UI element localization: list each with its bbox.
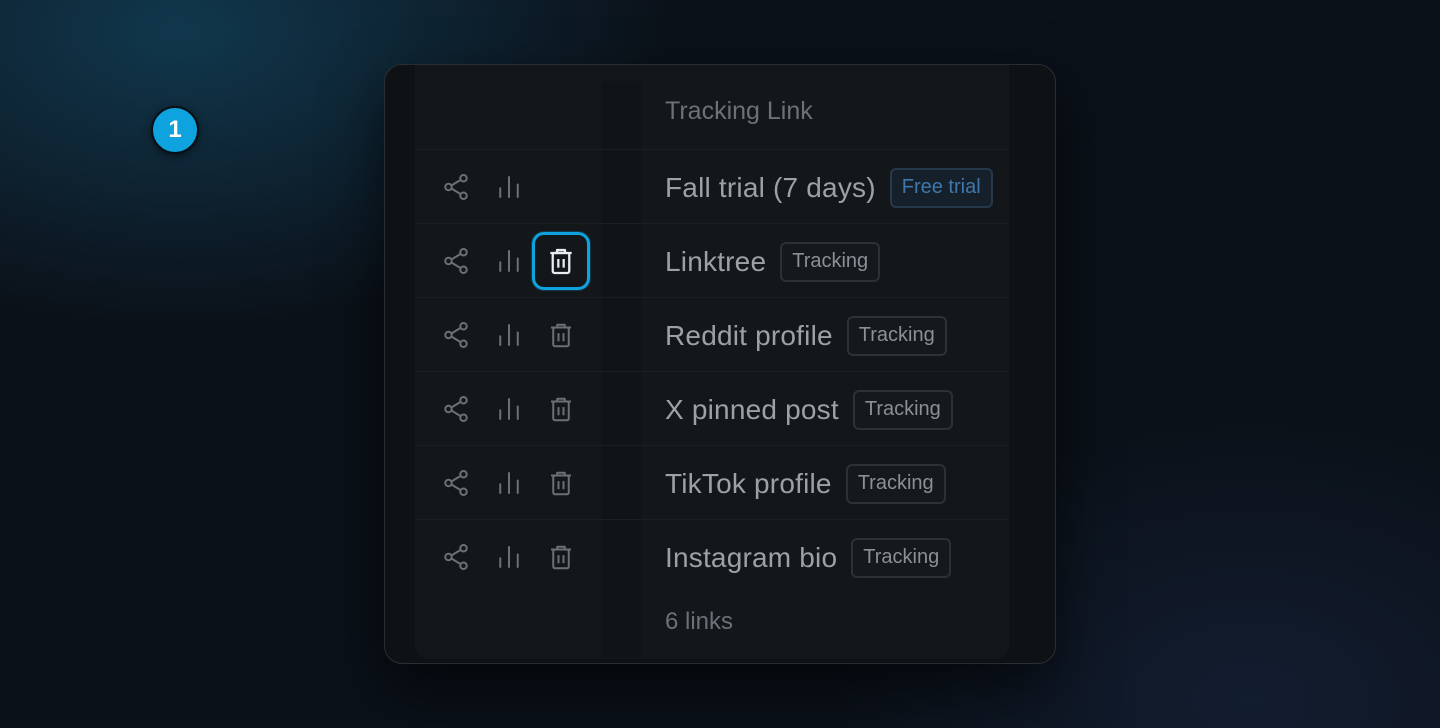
table-row: Linktree Tracking — [415, 223, 1009, 297]
table-row: Reddit profile Tracking — [415, 297, 1009, 371]
share-icon[interactable] — [438, 169, 474, 205]
table-row: X pinned post Tracking — [415, 371, 1009, 445]
tracking-links-panel: Tracking Link Fall trial (7 days) Free t… — [384, 64, 1056, 664]
share-icon[interactable] — [438, 317, 474, 353]
bar-chart-icon[interactable] — [491, 317, 527, 353]
status-badge: Tracking — [845, 464, 946, 504]
link-name[interactable]: TikTok profile — [665, 468, 832, 500]
status-badge: Tracking — [780, 242, 881, 282]
link-count: 6 links — [665, 608, 734, 635]
share-icon[interactable] — [438, 465, 474, 501]
bar-chart-icon[interactable] — [491, 465, 527, 501]
trash-icon[interactable] — [543, 539, 579, 575]
status-badge: Tracking — [846, 316, 947, 356]
status-badge: Free trial — [889, 168, 993, 208]
trash-icon[interactable] — [543, 391, 579, 427]
bar-chart-icon[interactable] — [491, 169, 527, 205]
trash-icon[interactable] — [543, 465, 579, 501]
table-row: TikTok profile Tracking — [415, 445, 1009, 519]
bar-chart-icon[interactable] — [491, 539, 527, 575]
link-name[interactable]: Fall trial (7 days) — [665, 172, 876, 204]
table-row: Instagram bio Tracking — [415, 519, 1009, 593]
share-icon[interactable] — [438, 243, 474, 279]
bar-chart-icon[interactable] — [491, 243, 527, 279]
table-row: Fall trial (7 days) Free trial — [415, 149, 1009, 223]
delete-button-highlighted[interactable] — [532, 232, 590, 290]
link-name[interactable]: Instagram bio — [665, 542, 837, 574]
share-icon[interactable] — [438, 391, 474, 427]
status-badge: Tracking — [852, 390, 953, 430]
step-marker: 1 — [151, 106, 199, 154]
trash-icon — [550, 248, 572, 275]
bar-chart-icon[interactable] — [491, 391, 527, 427]
link-name[interactable]: Linktree — [665, 246, 766, 278]
share-icon[interactable] — [438, 539, 474, 575]
link-name[interactable]: Reddit profile — [665, 320, 833, 352]
column-header-tracking-link: Tracking Link — [665, 97, 813, 125]
status-badge: Tracking — [851, 538, 952, 578]
trash-icon[interactable] — [543, 317, 579, 353]
link-name[interactable]: X pinned post — [665, 394, 839, 426]
